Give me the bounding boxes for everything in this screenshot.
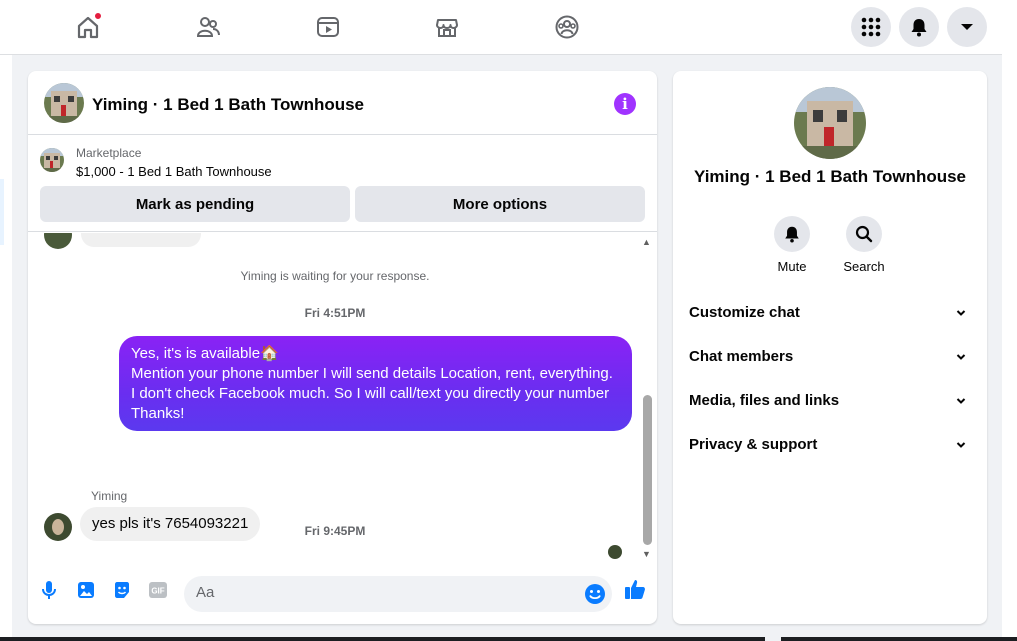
account-caret-icon[interactable] (947, 7, 987, 47)
chevron-down-icon (956, 354, 966, 360)
emoji-icon[interactable] (584, 583, 606, 610)
chevron-down-icon (956, 398, 966, 404)
message-composer: GIF (28, 565, 657, 624)
conversation-info-panel: Yiming · 1 Bed 1 Bath Townhouse Mute Sea… (673, 71, 987, 624)
message-line: Yes, it's is available🏠 (131, 345, 279, 362)
scroll-up-arrow[interactable]: ▲ (642, 237, 651, 247)
message-line: I don't check Facebook much. So I will c… (131, 385, 610, 402)
previous-message-bubble (81, 233, 201, 247)
section-label: Privacy & support (689, 436, 818, 453)
privacy-support-section[interactable]: Privacy & support (689, 436, 971, 460)
svg-text:GIF: GIF (151, 587, 164, 596)
info-icon[interactable]: i (614, 93, 636, 115)
page-scrollbar[interactable] (1002, 0, 1017, 641)
media-files-links-section[interactable]: Media, files and links (689, 392, 971, 416)
sticker-icon[interactable] (111, 579, 133, 601)
photo-icon[interactable] (75, 579, 97, 601)
chat-members-section[interactable]: Chat members (689, 348, 971, 372)
chevron-down-icon (956, 442, 966, 448)
chat-title[interactable]: Yiming · 1 Bed 1 Bath Townhouse (92, 95, 364, 115)
message-scrollbar[interactable]: ▲ ▼ (640, 233, 657, 564)
notification-dot (94, 12, 102, 20)
chevron-down-icon (956, 310, 966, 316)
timestamp: Fri 4:51PM (304, 306, 366, 320)
outgoing-message-bubble: Yes, it's is available🏠 Mention your pho… (119, 336, 632, 431)
section-label: Customize chat (689, 304, 800, 321)
mute-action[interactable]: Mute (762, 216, 822, 274)
menu-grid-icon[interactable] (851, 7, 891, 47)
incoming-message-bubble: yes pls it's 7654093221 (80, 507, 261, 541)
gif-icon[interactable]: GIF (147, 579, 169, 601)
search-icon[interactable] (846, 216, 882, 252)
marketplace-label: Marketplace (76, 146, 142, 160)
message-line: Thanks! (131, 405, 185, 422)
conversation-name: Yiming · 1 Bed 1 Bath Townhouse (693, 167, 967, 186)
friends-icon[interactable] (191, 10, 225, 44)
search-action[interactable]: Search (834, 216, 894, 274)
read-receipt-avatar (608, 545, 622, 559)
conversation-profile-photo[interactable] (794, 87, 866, 159)
conversation-avatar[interactable] (44, 83, 84, 123)
message-list: Yiming is waiting for your response. Fri… (28, 233, 657, 564)
scroll-thumb[interactable] (643, 395, 652, 545)
listing-title[interactable]: $1,000 - 1 Bed 1 Bath Townhouse (76, 164, 272, 179)
bottom-edge (0, 637, 1017, 641)
marketplace-icon[interactable] (430, 10, 464, 44)
top-navigation (0, 0, 1017, 55)
waiting-notice: Yiming is waiting for your response. (240, 269, 430, 283)
marketplace-listing-bar: Marketplace $1,000 - 1 Bed 1 Bath Townho… (28, 136, 657, 232)
chat-header: Yiming · 1 Bed 1 Bath Townhouse i (28, 71, 657, 135)
customize-chat-section[interactable]: Customize chat (689, 304, 971, 328)
bell-icon[interactable] (774, 216, 810, 252)
search-label: Search (843, 259, 885, 274)
contact-avatar[interactable] (44, 513, 72, 541)
listing-thumbnail[interactable] (40, 148, 64, 172)
sender-name: Yiming (91, 489, 128, 503)
scroll-down-arrow[interactable]: ▼ (642, 549, 651, 559)
left-sidebar-edge (0, 55, 12, 641)
mute-label: Mute (777, 259, 807, 274)
groups-icon[interactable] (550, 10, 584, 44)
message-input-wrapper (184, 576, 612, 612)
section-label: Media, files and links (689, 392, 840, 409)
thumbs-up-icon[interactable] (623, 577, 647, 601)
message-line: Mention your phone number I will send de… (131, 365, 613, 382)
watch-icon[interactable] (311, 10, 345, 44)
mark-as-pending-button[interactable]: Mark as pending (40, 186, 350, 222)
microphone-icon[interactable] (38, 579, 60, 601)
notifications-bell-icon[interactable] (899, 7, 939, 47)
more-options-button[interactable]: More options (355, 186, 645, 222)
contact-avatar (44, 233, 72, 249)
section-label: Chat members (689, 348, 794, 365)
home-icon[interactable] (71, 10, 105, 44)
chat-panel: Yiming · 1 Bed 1 Bath Townhouse i Market… (28, 71, 657, 624)
message-input[interactable] (196, 584, 576, 601)
